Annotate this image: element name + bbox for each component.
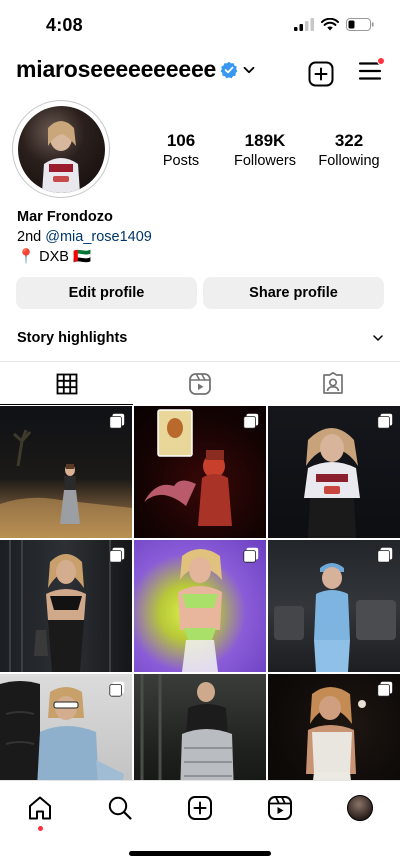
status-icons [294, 18, 374, 31]
verified-badge-icon [220, 61, 238, 78]
display-name: Mar Frondozo [17, 209, 113, 225]
create-icon [188, 796, 212, 820]
notification-dot [377, 57, 385, 65]
multi-photo-icon [377, 681, 393, 697]
multi-photo-icon [109, 547, 125, 563]
grid-icon [56, 373, 78, 394]
linked-account-link[interactable]: @mia_rose1409 [45, 229, 152, 245]
stat-value: 189K [244, 131, 286, 150]
status-bar: 4:08 [0, 0, 400, 50]
bio-relation-line: 2nd @mia_rose1409 [17, 227, 152, 247]
multi-photo-icon [243, 547, 259, 563]
stat-posts[interactable]: 106 Posts [140, 131, 222, 169]
uae-flag-icon: 🇦🇪 [72, 249, 92, 265]
nav-home[interactable] [20, 793, 60, 831]
search-icon [108, 796, 132, 820]
profile-tabs [0, 361, 400, 405]
stat-label: Following [318, 153, 380, 169]
menu-button[interactable] [358, 57, 385, 87]
multi-photo-icon [109, 413, 125, 429]
stat-following[interactable]: 322 Following [308, 131, 390, 169]
reels-icon [268, 796, 292, 820]
relation-label: 2nd [17, 229, 42, 245]
profile-actions: Edit profile Share profile [16, 277, 384, 309]
post-thumbnail[interactable] [268, 540, 400, 672]
share-profile-button[interactable]: Share profile [203, 277, 384, 309]
posts-grid [0, 406, 400, 780]
header-actions [308, 57, 385, 87]
post-thumbnail[interactable] [134, 406, 266, 538]
username: miaroseeeeeeeeee [16, 56, 217, 82]
post-photo-icon [140, 674, 234, 780]
profile-avatar-thumbnail [347, 795, 373, 821]
stat-value: 322 [334, 131, 364, 150]
chevron-down-icon [373, 335, 383, 341]
profile-avatar-ring[interactable] [12, 100, 110, 198]
post-thumbnail[interactable] [0, 540, 132, 672]
create-post-icon[interactable] [308, 61, 334, 87]
nav-profile[interactable] [340, 793, 380, 823]
profile-header: miaroseeeeeeeeee [0, 56, 400, 96]
home-indicator [129, 851, 271, 856]
chevron-down-icon [243, 66, 255, 73]
battery-icon [346, 18, 374, 31]
stat-followers[interactable]: 189K Followers [224, 131, 306, 169]
cellular-signal-icon [294, 18, 314, 31]
wifi-icon [321, 18, 339, 31]
post-thumbnail[interactable] [134, 540, 266, 672]
edit-profile-button[interactable]: Edit profile [16, 277, 197, 309]
multi-photo-icon [109, 681, 125, 697]
stat-label: Posts [162, 153, 200, 169]
home-icon [29, 796, 51, 820]
bio-location-line: 📍 DXB 🇦🇪 [17, 247, 152, 267]
story-highlights-toggle[interactable]: Story highlights [17, 326, 385, 350]
post-thumbnail[interactable] [0, 406, 132, 538]
tagged-icon [323, 371, 344, 394]
multi-photo-icon [243, 413, 259, 429]
tab-posts[interactable] [0, 362, 134, 405]
post-thumbnail[interactable] [268, 406, 400, 538]
nav-reels[interactable] [260, 793, 300, 823]
nav-search[interactable] [100, 793, 140, 823]
status-time: 4:08 [46, 15, 83, 35]
post-thumbnail[interactable] [134, 674, 266, 780]
location-text: DXB [39, 249, 69, 265]
tab-reels[interactable] [133, 362, 266, 405]
multi-photo-icon [377, 547, 393, 563]
profile-avatar [17, 105, 105, 193]
profile-stats: 106 Posts 189K Followers 322 Following [140, 131, 390, 169]
nav-create[interactable] [180, 793, 220, 823]
profile-summary: 106 Posts 189K Followers 322 Following [0, 100, 400, 200]
avatar-photo-icon [41, 120, 80, 193]
location-pin-icon: 📍 [17, 249, 36, 265]
stat-label: Followers [233, 153, 297, 169]
profile-bio: Mar Frondozo 2nd @mia_rose1409 📍 DXB 🇦🇪 [17, 207, 152, 267]
post-thumbnail[interactable] [268, 674, 400, 780]
multi-photo-icon [377, 413, 393, 429]
account-switcher[interactable]: miaroseeeeeeeeee [16, 56, 256, 83]
post-thumbnail[interactable] [0, 674, 132, 780]
tab-tagged[interactable] [267, 362, 400, 405]
story-highlights-label: Story highlights [17, 330, 128, 346]
nav-notification-dot [37, 826, 43, 831]
reels-icon [189, 372, 211, 395]
stat-value: 106 [166, 131, 196, 150]
